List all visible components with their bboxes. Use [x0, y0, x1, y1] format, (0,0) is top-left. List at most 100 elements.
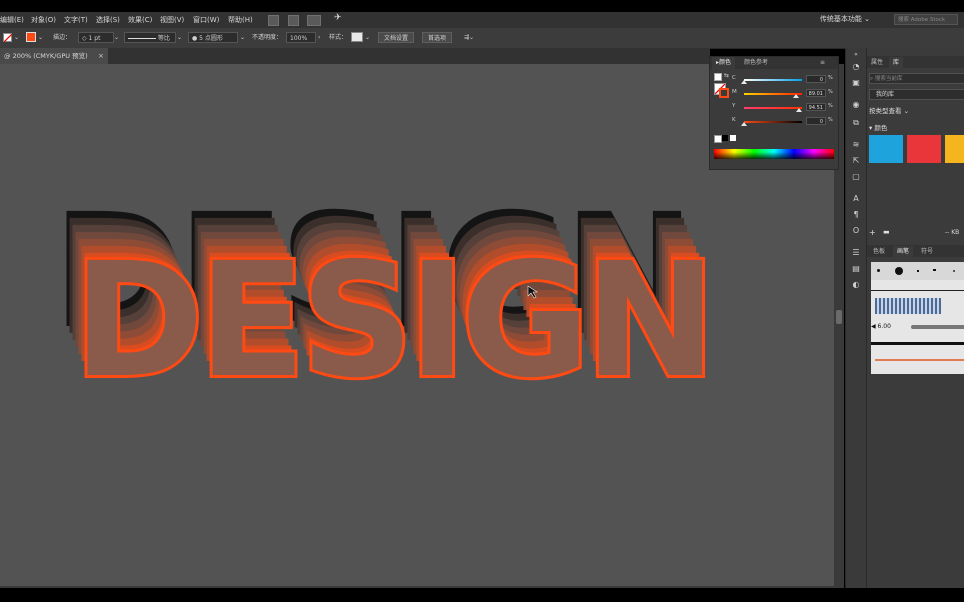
collapse-panels-icon[interactable]: «	[851, 50, 861, 60]
brush-dot-flat[interactable]	[933, 269, 936, 271]
tab-properties[interactable]: 属性	[867, 57, 887, 68]
slider-value-field[interactable]: 94.51	[806, 103, 826, 111]
fill-dropdown-icon[interactable]: ⌄	[14, 32, 19, 43]
brush-dot-large[interactable]	[895, 267, 903, 275]
black-swatch[interactable]	[722, 135, 728, 141]
stroke-swatch[interactable]	[26, 32, 36, 42]
tab-brushes[interactable]: 画笔	[893, 246, 914, 257]
artwork-front-text[interactable]: DESIGN	[70, 226, 720, 416]
stroke-profile-select[interactable]: 等比	[124, 32, 176, 43]
stock-icon[interactable]	[288, 15, 299, 26]
menu-view[interactable]: 视图(V)	[160, 15, 184, 25]
slider-black[interactable]: K 0 %	[732, 117, 834, 126]
menu-select[interactable]: 选择(S)	[96, 15, 120, 25]
swap-colors-icon[interactable]: ⇆	[724, 72, 729, 79]
gpu-performance-icon[interactable]: ✈	[334, 13, 342, 23]
slider-track[interactable]	[744, 121, 802, 123]
document-tab[interactable]: @ 200% (CMYK/GPU 预览)	[0, 48, 108, 64]
slider-thumb[interactable]	[741, 80, 747, 84]
opacity-arrow-icon[interactable]: ›	[318, 32, 320, 43]
scroll-thumb[interactable]	[836, 310, 842, 324]
brush-definition-select[interactable]: ● 5 点圆形	[188, 32, 238, 43]
brush-arrow[interactable]	[875, 359, 964, 361]
stroke-profile-dropdown-icon[interactable]: ⌄	[177, 32, 182, 43]
search-stock-input[interactable]: 搜索 Adobe Stock	[894, 14, 958, 25]
brush-pattern[interactable]	[875, 298, 941, 314]
layers-icon[interactable]: ≋	[851, 140, 861, 150]
menu-window[interactable]: 窗口(W)	[193, 15, 219, 25]
arrange-documents-icon[interactable]	[307, 15, 321, 26]
artboards-icon[interactable]: ▢	[851, 172, 861, 182]
library-select[interactable]: 我的库	[869, 89, 964, 100]
brush-tips-row[interactable]	[871, 262, 964, 280]
tab-libraries[interactable]: 库	[889, 57, 904, 68]
slider-cyan[interactable]: C 0 %	[732, 75, 834, 84]
graphic-styles-icon[interactable]: ⧉	[851, 118, 861, 128]
opacity-field[interactable]: 100%	[286, 32, 316, 43]
brush-calligraphic[interactable]: ◀ 6.00	[871, 320, 964, 334]
add-icon[interactable]: +	[869, 228, 876, 237]
slider-track[interactable]	[744, 107, 802, 109]
brush-dot-faint[interactable]	[953, 270, 955, 272]
opacity-label[interactable]: 不透明度：	[252, 32, 282, 43]
gradient-icon[interactable]: ▤	[851, 264, 861, 274]
tab-symbols[interactable]: 符号	[917, 246, 937, 257]
stroke-weight-dropdown-icon[interactable]: ⌄	[114, 32, 119, 43]
brush-dot-small[interactable]	[877, 269, 880, 272]
brush-dropdown-icon[interactable]: ⌄	[240, 32, 245, 43]
menu-object[interactable]: 对象(O)	[31, 15, 56, 25]
fill-none-icon[interactable]	[3, 33, 12, 42]
export-icon[interactable]: ⇱	[851, 156, 861, 166]
menu-help[interactable]: 帮助(H)	[228, 15, 253, 25]
library-swatch-red[interactable]	[907, 135, 941, 163]
menu-type[interactable]: 文字(T)	[64, 15, 88, 25]
graphic-style-swatch[interactable]	[351, 32, 363, 42]
align-icon[interactable]: ☰	[851, 248, 861, 258]
stroke-dropdown-icon[interactable]: ⌄	[38, 32, 43, 43]
slider-value-field[interactable]: 0	[806, 75, 826, 83]
paragraph-icon[interactable]: ¶	[851, 210, 861, 220]
library-search-input[interactable]: ⌕ 搜索当前库	[869, 73, 964, 84]
brush-dot-tiny[interactable]	[917, 270, 919, 272]
style-dropdown-icon[interactable]: ⌄	[365, 32, 370, 43]
document-setup-button[interactable]: 文档设置	[378, 32, 415, 43]
slider-value-field[interactable]: 89.01	[806, 89, 826, 97]
folder-icon[interactable]: ▬	[883, 228, 890, 236]
slider-magenta[interactable]: M 89.01 %	[732, 89, 834, 98]
slider-track[interactable]	[744, 79, 802, 81]
library-swatch-blue[interactable]	[869, 135, 903, 163]
tab-swatches[interactable]: 色板	[869, 246, 889, 257]
tab-color[interactable]: ▸颜色	[712, 57, 736, 69]
stepper-icon[interactable]: ◇	[82, 35, 87, 42]
color-guide-icon[interactable]: ▣	[851, 78, 861, 88]
close-tab-icon[interactable]: ×	[98, 48, 104, 64]
appearance-icon[interactable]: ◉	[851, 100, 861, 110]
character-icon[interactable]: A	[851, 194, 861, 204]
opentype-icon[interactable]: O	[851, 226, 861, 236]
stroke-color-swatch[interactable]	[719, 88, 729, 98]
slider-thumb[interactable]	[792, 94, 799, 98]
view-by-select[interactable]: 按类型查看 ⌄	[869, 105, 909, 115]
slider-thumb[interactable]	[795, 108, 802, 112]
white-swatch[interactable]	[730, 135, 736, 141]
colors-group-label[interactable]: ▾ 颜色	[869, 122, 887, 132]
workspace-switcher[interactable]: 传统基本功能 ⌄	[820, 14, 870, 24]
none-swatch-icon[interactable]	[714, 135, 722, 143]
tab-color-guide[interactable]: 颜色参考	[740, 57, 772, 69]
transparency-icon[interactable]: ◐	[851, 280, 861, 290]
color-panel-icon[interactable]: ◔	[851, 62, 861, 72]
menu-effect[interactable]: 效果(C)	[128, 15, 152, 25]
brush-list[interactable]: ◀ 6.00	[871, 280, 964, 374]
library-swatch-yellow[interactable]	[945, 135, 964, 163]
preferences-button[interactable]: 首选项	[422, 32, 453, 43]
slider-thumb[interactable]	[741, 122, 747, 126]
panel-menu-icon[interactable]: ≡	[816, 57, 829, 69]
arrange-icon[interactable]: ⇶⌄	[464, 32, 474, 43]
slider-yellow[interactable]: Y 94.51 %	[732, 103, 834, 112]
menu-edit[interactable]: 编辑(E)	[0, 15, 24, 25]
brush-stroke-basic[interactable]	[871, 290, 964, 291]
brush-charcoal[interactable]	[871, 342, 964, 345]
default-colors-icon[interactable]	[714, 73, 722, 81]
slider-value-field[interactable]: 0	[806, 117, 826, 125]
bridge-icon[interactable]	[268, 15, 279, 26]
